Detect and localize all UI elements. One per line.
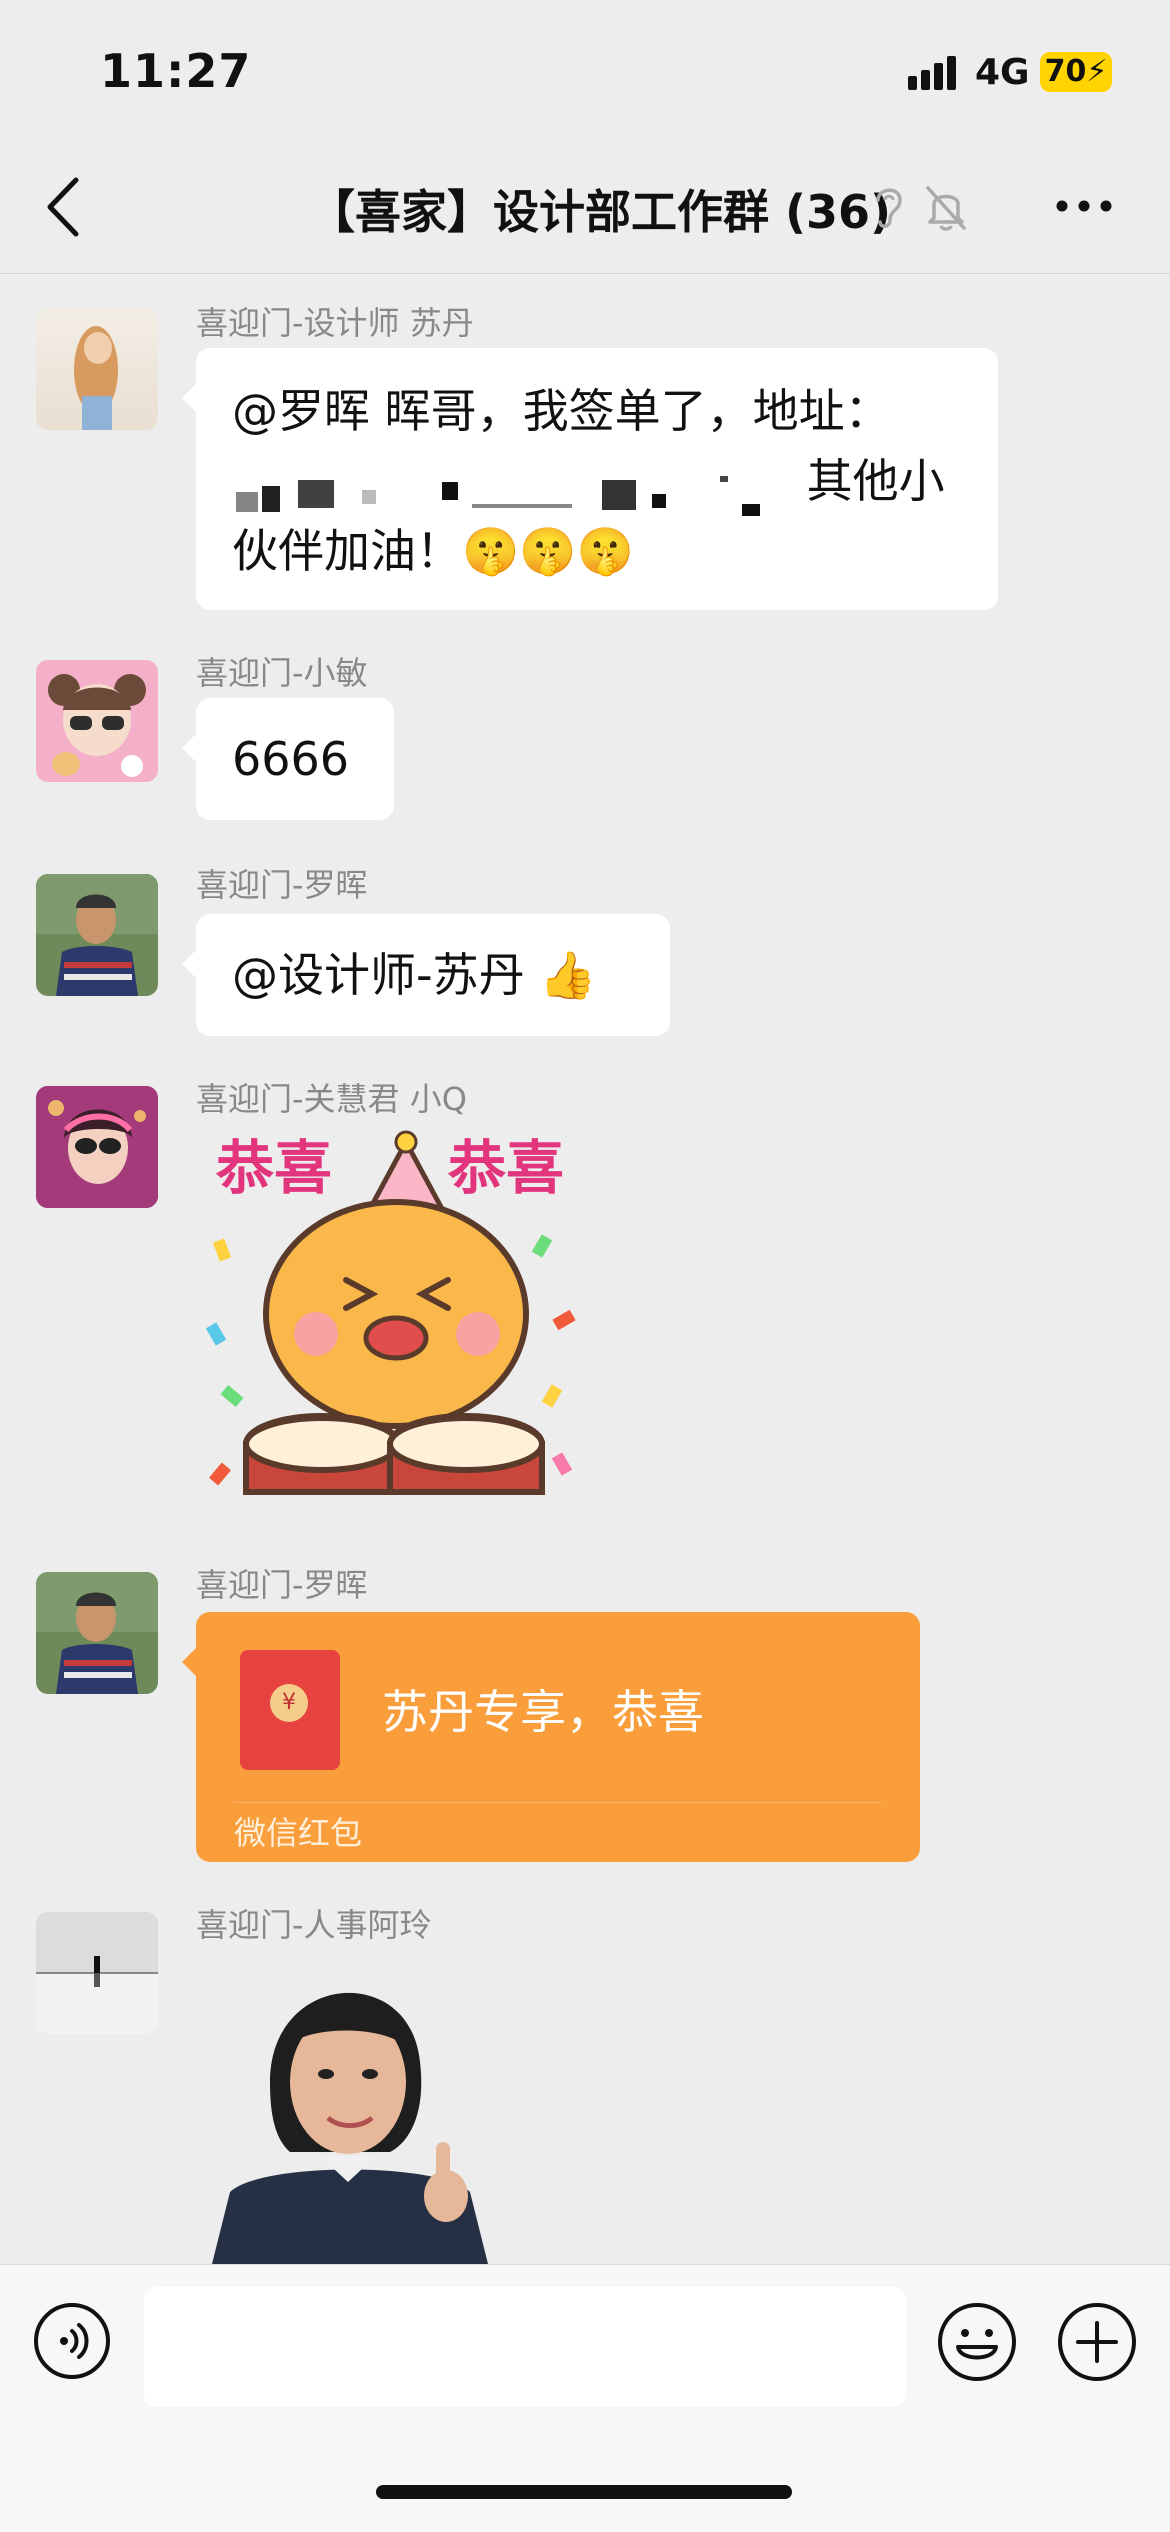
red-packet-card[interactable]: ¥ 苏丹专享，恭喜 微信红包: [182, 1612, 920, 1862]
sticker-congrats[interactable]: 恭喜 恭喜: [196, 1124, 596, 1524]
message-bubble[interactable]: @设计师-苏丹 👍: [182, 914, 670, 1036]
input-bar: [0, 2264, 1170, 2532]
avatar[interactable]: [36, 1572, 158, 1694]
sender-name: 喜迎门-设计师 苏丹: [196, 304, 474, 342]
avatar[interactable]: [36, 308, 158, 430]
chat-title: 【喜家】设计部工作群 (36): [308, 185, 892, 239]
sticker-image: 恭喜 恭喜: [205, 1130, 576, 1495]
avatar-image-woman: [36, 1086, 158, 1208]
message-text-line: 伙伴加油！🤫🤫🤫: [232, 524, 634, 578]
sender-name: 喜迎门-小敏: [196, 654, 368, 692]
message-text-tail: 其他小: [806, 454, 945, 508]
avatar-image-landscape: [36, 1912, 158, 2034]
sticker-text-left: 恭喜: [215, 1134, 332, 1202]
red-packet-label: 微信红包: [234, 1814, 363, 1852]
chat-header: 【喜家】设计部工作群 (36): [0, 140, 1170, 274]
avatar-image-man: [36, 1572, 158, 1694]
signal-icon: [908, 56, 956, 90]
title-status-icons: [872, 182, 968, 232]
avatar-image-cartoon: [48, 674, 146, 777]
red-packet-divider: [234, 1802, 882, 1803]
photo-sticker-image: [212, 1992, 488, 2264]
status-bar: 11:27 4G 70⚡: [0, 0, 1170, 140]
avatar[interactable]: [36, 1086, 158, 1208]
sender-name: 喜迎门-人事阿玲: [196, 1906, 432, 1944]
sticker-text-right: 恭喜: [447, 1134, 564, 1202]
avatar[interactable]: [36, 660, 158, 782]
home-indicator: [376, 2485, 792, 2499]
red-packet-coin: ¥: [270, 1684, 308, 1722]
message-bubble[interactable]: 6666: [182, 698, 394, 820]
plus-icon[interactable]: [1056, 2301, 1138, 2383]
message-bubble[interactable]: @罗晖 晖哥，我签单了，地址： 其他小 伙伴加油！🤫🤫🤫: [182, 348, 998, 610]
message-text: @设计师-苏丹 👍: [232, 948, 597, 1002]
sender-name: 喜迎门-罗晖: [196, 1566, 368, 1604]
battery-indicator: 70⚡: [1040, 52, 1112, 92]
red-packet-icon: ¥: [240, 1650, 340, 1770]
emoji-icon[interactable]: [936, 2301, 1018, 2383]
message-text-line: @罗晖 晖哥，我签单了，地址：: [232, 384, 891, 438]
avatar-image-girl: [74, 326, 118, 430]
status-time: 11:27: [100, 44, 252, 98]
more-icon[interactable]: [1052, 186, 1116, 226]
sender-name: 喜迎门-罗晖: [196, 866, 368, 904]
mute-bell-icon: [926, 186, 966, 231]
avatar[interactable]: [36, 874, 158, 996]
sender-name: 喜迎门-关慧君 小Q: [196, 1080, 467, 1118]
network-type: 4G: [975, 52, 1030, 93]
photo-sticker[interactable]: [210, 1942, 590, 2264]
avatar[interactable]: [36, 1912, 158, 2034]
message-text: 6666: [232, 732, 350, 786]
battery-level: 70: [1044, 54, 1087, 89]
red-packet-title: 苏丹专享，恭喜: [382, 1685, 704, 1739]
message-input[interactable]: [144, 2287, 906, 2407]
ear-icon: [876, 188, 902, 228]
redacted-address: [232, 465, 792, 522]
avatar-image-man: [36, 874, 158, 996]
voice-icon[interactable]: [32, 2301, 112, 2381]
message-list[interactable]: 喜迎门-设计师 苏丹 @罗晖 晖哥，我签单了，地址： 其他小 伙伴加油！🤫🤫🤫 …: [0, 274, 1170, 2264]
